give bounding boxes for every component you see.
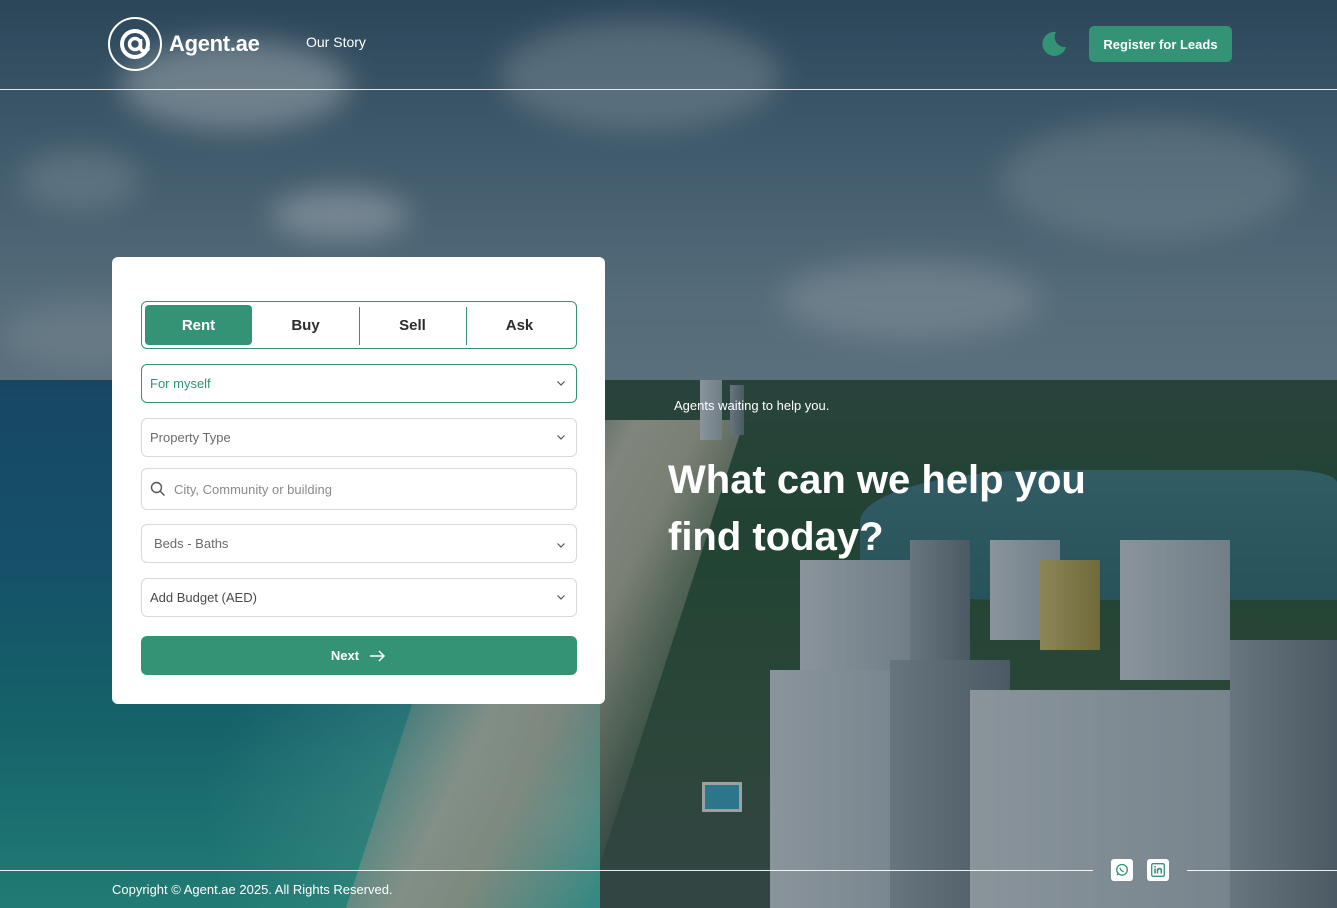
search-icon [150, 481, 165, 496]
beds-baths-placeholder: Beds - Baths [154, 536, 229, 551]
tab-buy[interactable]: Buy [252, 305, 359, 345]
next-button[interactable]: Next [141, 636, 577, 675]
whatsapp-icon[interactable] [1111, 859, 1133, 881]
linkedin-icon[interactable] [1147, 859, 1169, 881]
property-type-placeholder: Property Type [150, 430, 231, 445]
register-for-leads-button[interactable]: Register for Leads [1089, 26, 1232, 62]
tab-sell[interactable]: Sell [359, 305, 466, 345]
copyright-text: Copyright © Agent.ae 2025. All Rights Re… [112, 882, 393, 897]
budget-select[interactable]: Add Budget (AED) [141, 578, 577, 617]
nav-our-story[interactable]: Our Story [306, 34, 366, 50]
chevron-down-icon [557, 595, 565, 600]
search-card: Rent Buy Sell Ask For myself Property Ty… [112, 257, 605, 704]
footer-divider-left [0, 870, 1093, 871]
chevron-down-icon [557, 381, 565, 386]
moon-icon[interactable] [1038, 29, 1068, 59]
arrow-right-icon [370, 649, 386, 662]
location-search-input[interactable] [174, 481, 554, 497]
chevron-down-icon [557, 543, 565, 548]
hero-tagline: Agents waiting to help you. [674, 398, 830, 413]
next-button-label: Next [330, 648, 360, 663]
at-sign-icon [108, 17, 162, 71]
beds-baths-select[interactable]: Beds - Baths [141, 524, 577, 563]
hero-headline: What can we help you find today? [668, 458, 1086, 559]
location-search-field[interactable] [141, 468, 577, 510]
tab-rent[interactable]: Rent [145, 305, 252, 345]
purpose-select-value: For myself [150, 376, 211, 391]
site-header: Agent.ae Our Story Register for Leads [0, 0, 1337, 90]
brand-logo[interactable]: Agent.ae [108, 17, 260, 71]
chevron-down-icon [557, 435, 565, 440]
footer-divider-right [1187, 870, 1337, 871]
tab-ask[interactable]: Ask [466, 305, 573, 345]
purpose-select[interactable]: For myself [141, 364, 577, 403]
budget-placeholder: Add Budget (AED) [150, 590, 257, 605]
brand-name: Agent.ae [169, 31, 260, 56]
listing-type-tabs: Rent Buy Sell Ask [141, 301, 577, 349]
property-type-select[interactable]: Property Type [141, 418, 577, 457]
